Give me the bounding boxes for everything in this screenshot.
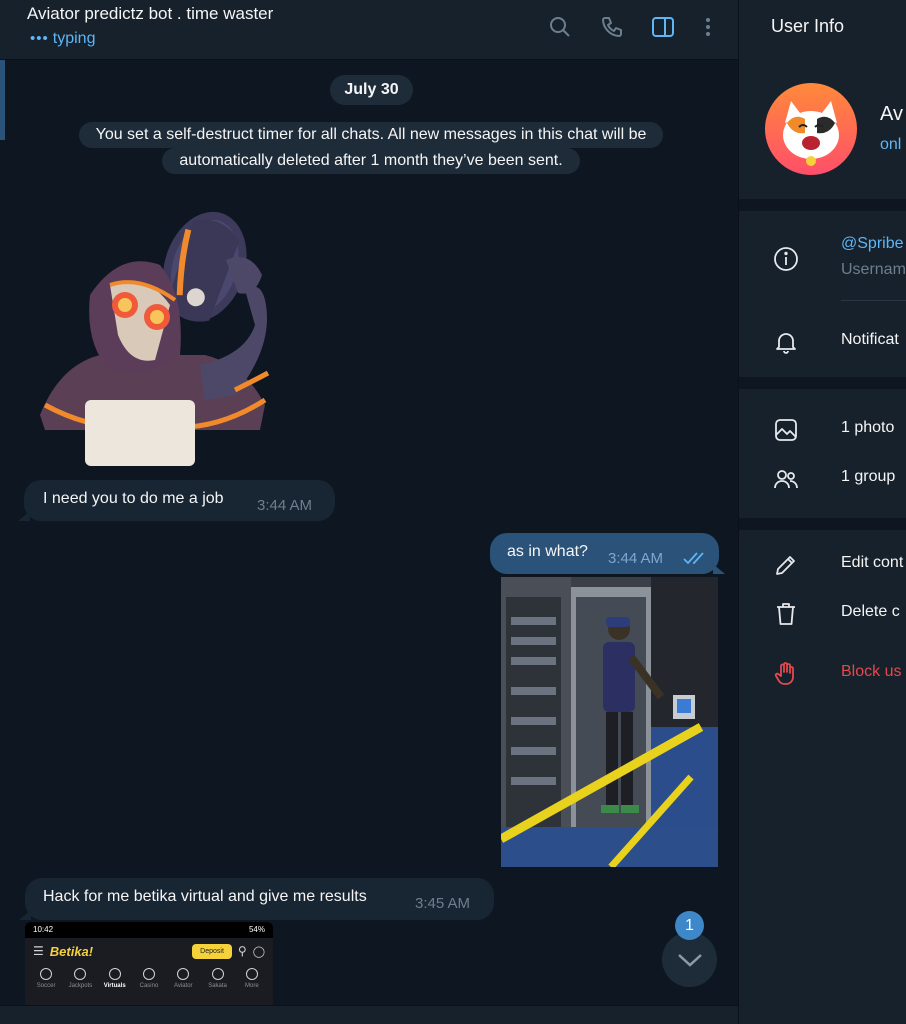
info-icon (771, 244, 801, 274)
pinned-accent-bar (0, 60, 5, 140)
scroll-to-bottom-button[interactable] (662, 932, 717, 987)
chat-area: Aviator predictz bot . time waster ••• ty… (0, 0, 738, 1024)
search-icon: ⚲ (237, 944, 247, 958)
aviator-icon (177, 968, 190, 980)
photos-row[interactable]: 1 photo (739, 409, 906, 449)
jackpot-icon (74, 968, 87, 980)
delete-contact-label: Delete c (841, 603, 900, 620)
group-icon (771, 464, 801, 494)
message-time: 3:44 AM (257, 497, 313, 514)
more-icon (245, 968, 258, 980)
betika-tab: Jackpots (66, 968, 94, 989)
service-message-line: You set a self-destruct timer for all ch… (78, 122, 664, 148)
casino-icon (142, 968, 155, 980)
typing-dots-icon: ••• (30, 30, 49, 47)
panel-title: User Info (771, 16, 845, 36)
betika-logo: Betika! (49, 943, 94, 959)
soccer-icon (40, 968, 53, 980)
double-check-icon (683, 550, 707, 571)
search-icon[interactable] (547, 14, 573, 40)
pencil-icon (771, 550, 801, 580)
photo-message[interactable] (501, 577, 718, 867)
trash-icon (771, 599, 801, 629)
deposit-button: Deposit (192, 943, 232, 959)
avatar[interactable] (765, 83, 857, 175)
virtuals-icon (108, 968, 121, 980)
service-message: You set a self-destruct timer for all ch… (40, 122, 702, 174)
service-message-line: automatically deleted after 1 month they… (162, 148, 580, 174)
chat-title[interactable]: Aviator predictz bot . time waster (27, 4, 273, 24)
message-text: as in what? (507, 543, 588, 560)
bell-icon (771, 327, 801, 357)
section-divider (739, 199, 906, 211)
menu-icon: ☰ (33, 944, 44, 958)
block-user-row[interactable]: Block us (739, 653, 906, 693)
betika-app-bar: ☰ Betika! Deposit ⚲ ◯ (25, 938, 273, 964)
sidebar-toggle-icon[interactable] (650, 14, 676, 40)
chat-status: ••• typing (30, 30, 95, 48)
phone-icon[interactable] (599, 14, 625, 40)
username-caption: Usernam (841, 261, 906, 278)
unread-badge: 1 (675, 911, 704, 940)
username-value[interactable]: @Spribe (841, 235, 904, 253)
contact-name: Av (880, 103, 903, 125)
user-info-panel: User Info Av onl @Spribe Usernam Notific… (738, 0, 906, 1024)
groups-row[interactable]: 1 group (739, 458, 906, 498)
betika-tab: More (238, 968, 266, 989)
phone-battery: 54% (248, 925, 265, 934)
plague-doctor-sticker[interactable] (30, 205, 275, 470)
photo-icon (771, 415, 801, 445)
contact-status: onl (880, 136, 902, 153)
betika-tab: Sakata (204, 968, 232, 989)
date-separator: July 30 (330, 75, 413, 105)
message-incoming[interactable]: Hack for me betika virtual and give me r… (19, 878, 494, 920)
section-divider (739, 377, 906, 389)
block-user-label: Block us (841, 663, 902, 680)
more-vert-icon[interactable] (695, 14, 721, 40)
notifications-row[interactable]: Notificat (739, 321, 906, 361)
phone-time: 10:42 (33, 925, 54, 934)
betika-tabs: Soccer Jackpots Virtuals Casino Aviator … (25, 964, 273, 989)
betika-tab: Casino (135, 968, 163, 989)
message-time: 3:44 AM (608, 550, 664, 567)
chevron-down-icon (677, 953, 702, 967)
section-divider (739, 518, 906, 530)
message-incoming[interactable]: I need you to do me a job 3:44 AM (18, 480, 335, 521)
message-time: 3:45 AM (415, 895, 471, 912)
row-divider (841, 300, 906, 301)
hand-stop-icon (771, 659, 801, 689)
delete-contact-row[interactable]: Delete c (739, 593, 906, 633)
screenshot-message[interactable]: 10:42 54% ☰ Betika! Deposit ⚲ ◯ Soccer J… (25, 922, 273, 1005)
groups-label: 1 group (841, 468, 896, 485)
notifications-label: Notificat (841, 331, 899, 348)
sakata-icon (211, 968, 224, 980)
edit-contact-row[interactable]: Edit cont (739, 544, 906, 584)
photos-label: 1 photo (841, 419, 895, 436)
message-text: I need you to do me a job (43, 490, 224, 507)
message-input-bar[interactable] (0, 1005, 738, 1024)
message-text: Hack for me betika virtual and give me r… (43, 888, 367, 905)
betika-tab: Soccer (32, 968, 60, 989)
chat-header[interactable]: Aviator predictz bot . time waster ••• ty… (0, 0, 738, 60)
chat-status-text: typing (52, 30, 96, 47)
username-row[interactable]: @Spribe Usernam (739, 227, 906, 297)
message-outgoing[interactable]: as in what? 3:44 AM (490, 533, 725, 574)
betika-tab-active: Virtuals (101, 968, 129, 989)
edit-contact-label: Edit cont (841, 554, 904, 571)
betika-tab: Aviator (169, 968, 197, 989)
phone-status-bar: 10:42 54% (25, 922, 273, 938)
bell-icon: ◯ (252, 945, 265, 958)
